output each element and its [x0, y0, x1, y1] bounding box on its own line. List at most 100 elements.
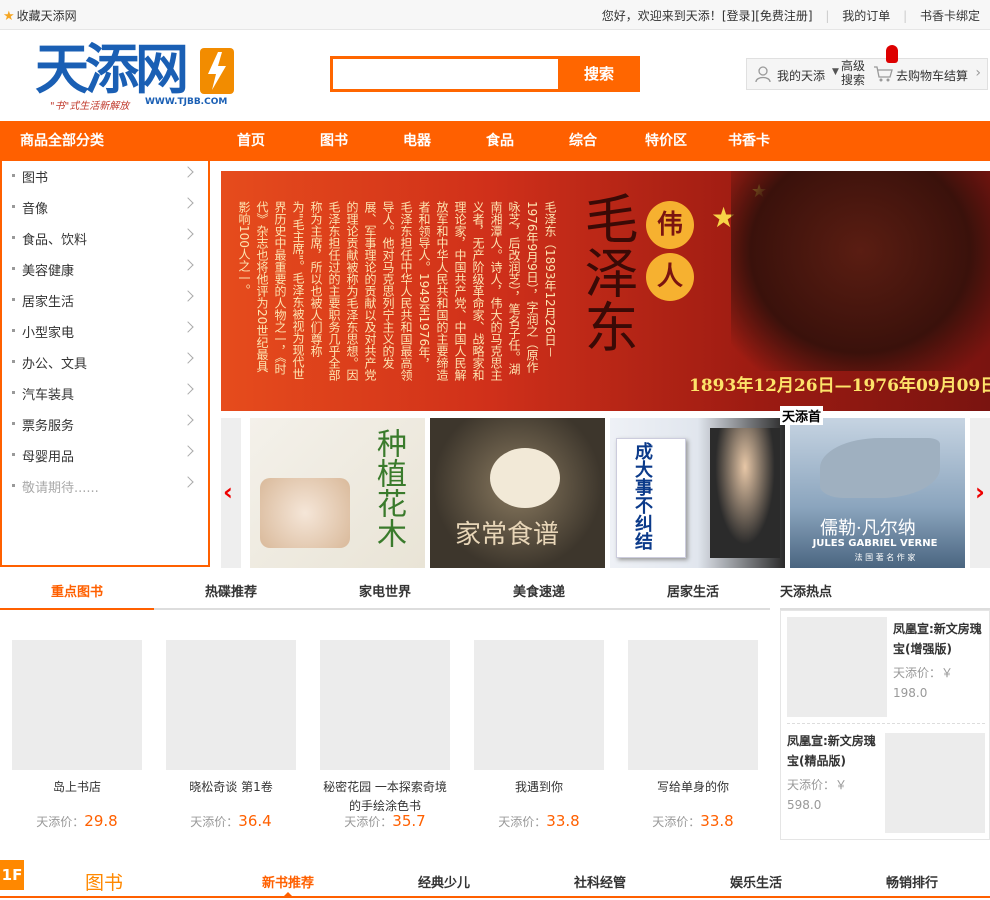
category-label: 居家生活 — [22, 295, 75, 310]
hot-panel-title: 天添热点 — [780, 578, 990, 610]
nav-item-giftcard[interactable]: 书香卡 — [728, 121, 770, 161]
tab-hot-discs[interactable]: 热碟推荐 — [154, 578, 308, 610]
hot-item[interactable]: 凤凰宣:新文房瑰宝(增强版) 天添价：￥ 198.0 — [893, 619, 985, 703]
product-image[interactable] — [12, 640, 142, 770]
category-label: 食品、饮料 — [22, 233, 88, 248]
my-tiantian-link[interactable]: 我的天添 — [777, 67, 825, 84]
chevron-left-icon: ‹ — [223, 478, 233, 506]
bullet — [12, 236, 15, 239]
nav-item-general[interactable]: 综合 — [569, 121, 597, 161]
all-categories-label[interactable]: 商品全部分类 — [0, 121, 210, 161]
price-value: 33.8 — [700, 812, 734, 830]
category-item[interactable]: 票务服务 — [2, 409, 208, 440]
nav-item-food[interactable]: 食品 — [486, 121, 514, 161]
product-name[interactable]: 岛上书店 — [0, 778, 154, 797]
hot-item-name[interactable]: 凤凰宣:新文房瑰宝(精品版) — [787, 731, 879, 771]
nav-item-home[interactable]: 首页 — [237, 121, 265, 161]
bullet — [12, 453, 15, 456]
category-item[interactable]: 食品、饮料 — [2, 223, 208, 254]
search-box: 搜索 — [330, 56, 640, 92]
product-image[interactable] — [474, 640, 604, 770]
product-card[interactable]: 秘密花园 一本探索奇境的手绘涂色书 天添价：35.7 — [308, 612, 462, 840]
register-link[interactable]: [免费注册] — [755, 9, 812, 23]
chevron-right-icon — [182, 259, 194, 271]
floor-tab-classic-kids[interactable]: 经典少儿 — [394, 872, 494, 891]
category-item[interactable]: 音像 — [2, 192, 208, 223]
product-name[interactable]: 写给单身的你 — [616, 778, 770, 797]
nav-item-books[interactable]: 图书 — [320, 121, 348, 161]
product-price: 天添价：35.7 — [308, 812, 462, 830]
category-item[interactable]: 办公、文具 — [2, 347, 208, 378]
carousel-slide[interactable]: 种植花木 — [250, 418, 425, 568]
hot-item-price: 天添价：￥ 198.0 — [893, 666, 954, 700]
logo-url: WWW.TJBB.COM — [145, 97, 228, 107]
product-carousel: ‹ 种植花木 家常食谱 成大事不纠结 儒勒·凡尔纳 JULES GABRIEL … — [221, 418, 990, 568]
category-item[interactable]: 美容健康 — [2, 254, 208, 285]
login-link[interactable]: [登录] — [722, 9, 755, 23]
floor-tab-new-books[interactable]: 新书推荐 — [238, 872, 338, 898]
floor-tab-social-sciences[interactable]: 社科经管 — [550, 872, 650, 891]
search-button[interactable]: 搜索 — [558, 56, 640, 92]
carousel-slide[interactable]: 成大事不纠结 — [610, 418, 785, 568]
card-bind-link[interactable]: 书香卡绑定 — [920, 9, 980, 23]
favorite-label: 收藏天添网 — [16, 9, 77, 23]
hot-item-image[interactable] — [885, 733, 985, 833]
carousel-slide[interactable]: 家常食谱 — [430, 418, 605, 568]
nav-item-electronics[interactable]: 电器 — [403, 121, 431, 161]
chevron-right-icon — [182, 383, 194, 395]
product-image[interactable] — [628, 640, 758, 770]
product-card[interactable]: 写给单身的你 天添价：33.8 — [616, 612, 770, 840]
product-price: 天添价：33.8 — [462, 812, 616, 830]
favorite-link[interactable]: ★ 收藏天添网 — [3, 7, 77, 24]
search-input[interactable] — [335, 61, 558, 87]
category-item[interactable]: 图书 — [2, 161, 208, 192]
bullet — [12, 422, 15, 425]
price-label: 天添价： — [498, 815, 547, 829]
advanced-search-link[interactable]: 高级搜索 — [841, 59, 869, 87]
product-name[interactable]: 晓松奇谈 第1卷 — [154, 778, 308, 797]
my-orders-link[interactable]: 我的订单 — [842, 9, 890, 23]
category-item[interactable]: 居家生活 — [2, 285, 208, 316]
hot-item[interactable]: 凤凰宣:新文房瑰宝(精品版) 天添价：￥ 598.0 — [787, 731, 879, 815]
cart-link[interactable]: 去购物车结算 — [896, 67, 968, 84]
divider: | — [903, 9, 908, 23]
nav-item-specials[interactable]: 特价区 — [645, 121, 687, 161]
tab-food[interactable]: 美食速递 — [462, 578, 616, 610]
product-name[interactable]: 秘密花园 一本探索奇境的手绘涂色书 — [308, 778, 462, 816]
site-logo[interactable]: 天添网 "书"式生活新解放 WWW.TJBB.COM — [30, 40, 245, 112]
category-label: 汽车装具 — [22, 388, 75, 403]
hot-item-price: 天添价：￥ 598.0 — [787, 778, 848, 812]
tab-key-books[interactable]: 重点图书 — [0, 578, 154, 610]
category-item[interactable]: 汽车装具 — [2, 378, 208, 409]
category-item[interactable]: 敬请期待...... — [2, 471, 208, 502]
carousel-slide[interactable]: 儒勒·凡尔纳 JULES GABRIEL VERNE 法 国 著 名 作 家 — [790, 418, 965, 568]
chevron-right-icon — [182, 352, 194, 364]
logo-slogan: "书"式生活新解放 — [50, 101, 130, 112]
plant-pots-image — [260, 478, 350, 548]
product-card[interactable]: 岛上书店 天添价：29.8 — [0, 612, 154, 840]
tab-home-living[interactable]: 居家生活 — [616, 578, 770, 610]
top-links: 您好，欢迎来到天添！[登录][免费注册] | 我的订单 | 书香卡绑定 — [602, 7, 980, 24]
carousel-prev-button[interactable]: ‹ — [221, 418, 241, 568]
hot-item-image[interactable] — [787, 617, 887, 717]
floor-tab-entertainment[interactable]: 娱乐生活 — [706, 872, 806, 891]
product-image[interactable] — [166, 640, 296, 770]
floor-tab-bestsellers[interactable]: 畅销排行 — [862, 872, 962, 891]
chevron-right-icon — [182, 197, 194, 209]
chevron-right-icon — [182, 476, 194, 488]
product-image[interactable] — [320, 640, 450, 770]
product-card[interactable]: 我遇到你 天添价：33.8 — [462, 612, 616, 840]
product-card[interactable]: 晓松奇谈 第1卷 天添价：36.4 — [154, 612, 308, 840]
floor-section: 1F 图书 新书推荐 经典少儿 社科经管 娱乐生活 畅销排行 — [0, 858, 990, 900]
bullet — [12, 391, 15, 394]
hot-item-name[interactable]: 凤凰宣:新文房瑰宝(增强版) — [893, 619, 985, 659]
cart-icon — [873, 65, 893, 83]
category-item[interactable]: 小型家电 — [2, 316, 208, 347]
product-name[interactable]: 我遇到你 — [462, 778, 616, 797]
hero-banner[interactable]: ★ ★ ★ 毛泽东（1893年12月26日－1976年9月9日），字润之（原作咏… — [221, 171, 990, 411]
category-item[interactable]: 母婴用品 — [2, 440, 208, 471]
bullet — [12, 267, 15, 270]
carousel-next-button[interactable]: › — [970, 418, 990, 568]
tab-appliances[interactable]: 家电世界 — [308, 578, 462, 610]
chevron-right-icon — [182, 321, 194, 333]
